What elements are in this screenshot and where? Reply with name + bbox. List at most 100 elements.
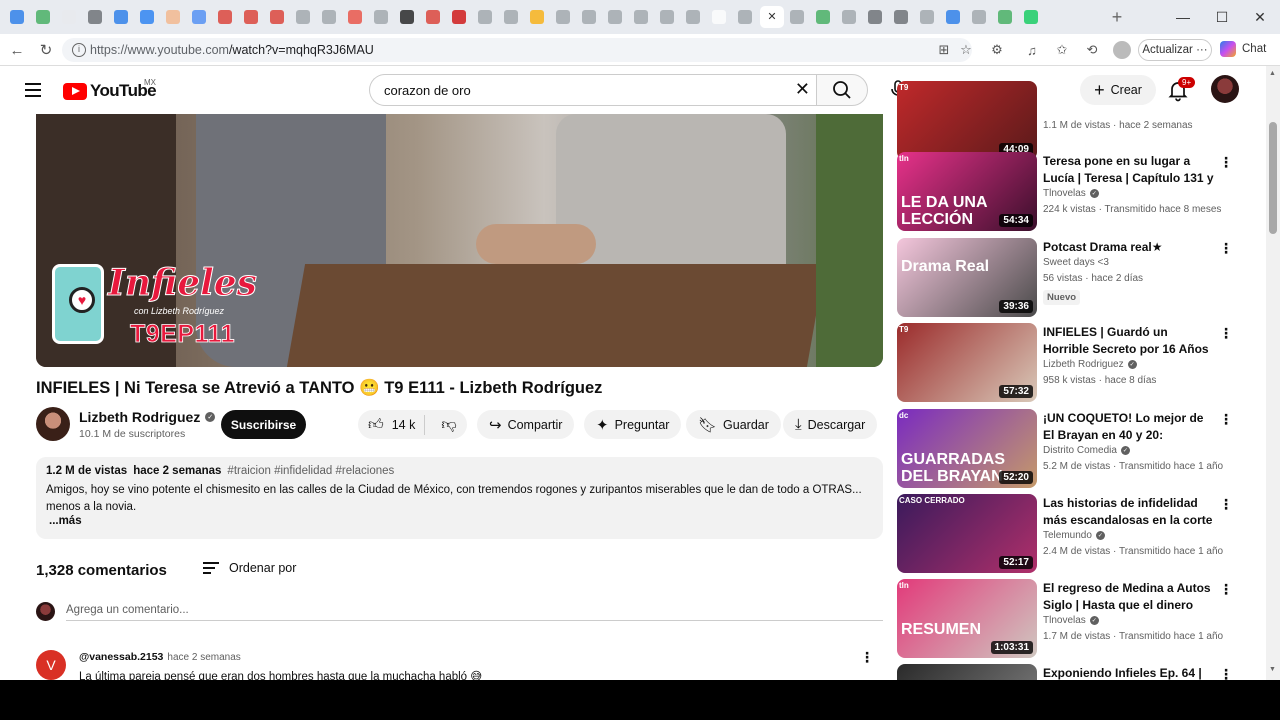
related-video-item[interactable]: tln LE DA UNA LECCIÓN 54:34 Teresa pone en … bbox=[897, 152, 1257, 234]
video-thumbnail[interactable]: T9 57:32 bbox=[897, 323, 1037, 402]
browser-tab[interactable] bbox=[58, 6, 80, 28]
video-channel[interactable]: Distrito Comedia ✓ bbox=[1043, 445, 1130, 456]
related-video-item[interactable]: dc GUARRADAS DEL BRAYAN 52:20 ¡UN COQUETO! … bbox=[897, 409, 1257, 491]
sort-comments-button[interactable]: Ordenar por bbox=[203, 561, 296, 575]
browser-tab[interactable] bbox=[162, 6, 184, 28]
browser-tab[interactable] bbox=[396, 6, 418, 28]
more-actions-icon[interactable]: ⋮ bbox=[1219, 667, 1233, 680]
video-channel[interactable]: Lizbeth Rodriguez ✓ bbox=[1043, 359, 1137, 370]
browser-tab[interactable] bbox=[448, 6, 470, 28]
browser-tab[interactable] bbox=[682, 6, 704, 28]
browser-tab[interactable] bbox=[1020, 6, 1042, 28]
address-bar[interactable]: i https://www.youtube.com/watch?v=mqhqR3… bbox=[62, 38, 972, 62]
browser-tab[interactable] bbox=[578, 6, 600, 28]
dislike-button[interactable]: 👎︎ bbox=[431, 416, 467, 434]
like-button[interactable]: 👍︎ 14 k bbox=[358, 414, 425, 435]
ask-button[interactable]: ✦ Preguntar bbox=[584, 410, 682, 439]
browser-tab[interactable] bbox=[422, 6, 444, 28]
comment-more-icon[interactable]: ⋮ bbox=[860, 648, 874, 666]
browser-tab[interactable] bbox=[136, 6, 158, 28]
browser-tab[interactable] bbox=[890, 6, 912, 28]
browser-tab[interactable] bbox=[968, 6, 990, 28]
browser-tab[interactable] bbox=[6, 6, 28, 28]
history-icon[interactable]: ⟲ bbox=[1084, 42, 1100, 58]
browser-tab[interactable] bbox=[994, 6, 1016, 28]
browser-tab[interactable] bbox=[110, 6, 132, 28]
video-thumbnail[interactable] bbox=[897, 664, 1037, 680]
browser-tab-active[interactable]: ✕ bbox=[760, 6, 784, 28]
browser-tab[interactable] bbox=[370, 6, 392, 28]
browser-tab[interactable] bbox=[526, 6, 548, 28]
favorite-star-icon[interactable]: ☆ bbox=[958, 42, 974, 58]
browser-tab[interactable] bbox=[786, 6, 808, 28]
youtube-logo[interactable]: YouTube bbox=[63, 81, 157, 101]
video-thumbnail[interactable]: tln LE DA UNA LECCIÓN 54:34 bbox=[897, 152, 1037, 231]
browser-tab[interactable] bbox=[656, 6, 678, 28]
share-button[interactable]: ↪ Compartir bbox=[477, 410, 575, 439]
description-box[interactable]: 1.2 M de vistas hace 2 semanas #traicion #… bbox=[36, 457, 883, 539]
search-input[interactable]: corazon de oro ✕ bbox=[369, 74, 816, 106]
subscribe-button[interactable]: Suscribirse bbox=[221, 410, 306, 439]
download-button[interactable]: ⤓ Descargar bbox=[783, 410, 878, 439]
more-actions-icon[interactable]: ⋮ bbox=[1219, 412, 1233, 426]
account-avatar[interactable] bbox=[1211, 75, 1239, 103]
clear-search-icon[interactable]: ✕ bbox=[795, 79, 810, 100]
more-actions-icon[interactable]: ⋮ bbox=[1219, 497, 1233, 511]
back-icon[interactable]: ← bbox=[7, 40, 27, 60]
comment-author[interactable]: @vanessab.2153 hace 2 semanas bbox=[79, 651, 241, 663]
copilot-chat-button[interactable]: Chat bbox=[1220, 41, 1266, 57]
commenter-avatar[interactable]: V bbox=[36, 650, 66, 680]
show-more-link[interactable]: ...más bbox=[49, 515, 82, 527]
related-video-item[interactable]: Drama Real 39:36 Potcast Drama real★ Sweet … bbox=[897, 238, 1257, 320]
scroll-down-icon[interactable]: ▼ bbox=[1269, 666, 1276, 673]
menu-icon[interactable] bbox=[25, 83, 41, 97]
browser-tab[interactable] bbox=[604, 6, 626, 28]
video-thumbnail[interactable]: CASO CERRADO 52:17 bbox=[897, 494, 1037, 573]
more-actions-icon[interactable]: ⋮ bbox=[1219, 241, 1233, 255]
video-channel[interactable]: Sweet days <3 bbox=[1043, 257, 1109, 268]
video-player[interactable]: ♥ Infieles con Lizbeth Rodríguez T9EP111 bbox=[36, 114, 883, 367]
channel-name[interactable]: Lizbeth Rodriguez ✓ bbox=[79, 409, 216, 425]
browser-tab[interactable] bbox=[240, 6, 262, 28]
browser-tab[interactable] bbox=[864, 6, 886, 28]
close-window-icon[interactable]: ✕ bbox=[1240, 6, 1280, 28]
related-video-item[interactable]: Exponiendo Infieles Ep. 64 | El ... ⋮ bbox=[897, 664, 1257, 680]
browser-tab[interactable] bbox=[344, 6, 366, 28]
browser-tab[interactable] bbox=[708, 6, 730, 28]
browser-tab[interactable] bbox=[734, 6, 756, 28]
new-tab-icon[interactable]: + bbox=[1106, 6, 1128, 28]
video-channel[interactable]: Tlnovelas ✓ bbox=[1043, 615, 1099, 626]
add-comment-input[interactable]: Agrega un comentario... bbox=[66, 604, 883, 621]
favorites-icon[interactable]: ✩ bbox=[1054, 42, 1070, 58]
browser-tab[interactable] bbox=[84, 6, 106, 28]
more-actions-icon[interactable]: ⋮ bbox=[1219, 155, 1233, 169]
browser-tab[interactable] bbox=[188, 6, 210, 28]
scroll-up-icon[interactable]: ▲ bbox=[1269, 70, 1276, 77]
video-channel[interactable]: Tlnovelas ✓ bbox=[1043, 188, 1099, 199]
video-thumbnail[interactable]: tln RESUMEN 1:03:31 bbox=[897, 579, 1037, 658]
browser-tab[interactable] bbox=[292, 6, 314, 28]
browser-tab[interactable] bbox=[630, 6, 652, 28]
channel-avatar[interactable] bbox=[36, 407, 70, 441]
browser-tab[interactable] bbox=[500, 6, 522, 28]
browser-tab[interactable] bbox=[474, 6, 496, 28]
video-thumbnail[interactable]: dc GUARRADAS DEL BRAYAN 52:20 bbox=[897, 409, 1037, 488]
video-channel[interactable]: Telemundo ✓ bbox=[1043, 530, 1105, 541]
related-video-item[interactable]: T9 57:32 INFIELES | Guardó un Horrible Sec… bbox=[897, 323, 1257, 405]
extensions-icon[interactable]: ⚙ bbox=[989, 42, 1005, 58]
apps-icon[interactable]: ⊞ bbox=[936, 42, 952, 58]
profile-icon[interactable] bbox=[1113, 41, 1131, 59]
related-video-item[interactable]: tln RESUMEN 1:03:31 El regreso de Medina a … bbox=[897, 579, 1257, 661]
browser-tab[interactable] bbox=[838, 6, 860, 28]
more-actions-icon[interactable]: ⋮ bbox=[1219, 326, 1233, 340]
minimize-icon[interactable]: — bbox=[1163, 6, 1203, 28]
update-button[interactable]: Actualizar ··· bbox=[1138, 39, 1212, 61]
reload-icon[interactable]: ↻ bbox=[36, 40, 56, 60]
maximize-icon[interactable]: ☐ bbox=[1202, 6, 1242, 28]
video-thumbnail[interactable]: Drama Real 39:36 bbox=[897, 238, 1037, 317]
browser-tab[interactable] bbox=[942, 6, 964, 28]
scroll-thumb[interactable] bbox=[1269, 122, 1277, 234]
page-scrollbar[interactable]: ▲ ▼ bbox=[1266, 66, 1280, 680]
save-button[interactable]: 🔖︎ Guardar bbox=[686, 410, 781, 439]
browser-tab[interactable] bbox=[812, 6, 834, 28]
